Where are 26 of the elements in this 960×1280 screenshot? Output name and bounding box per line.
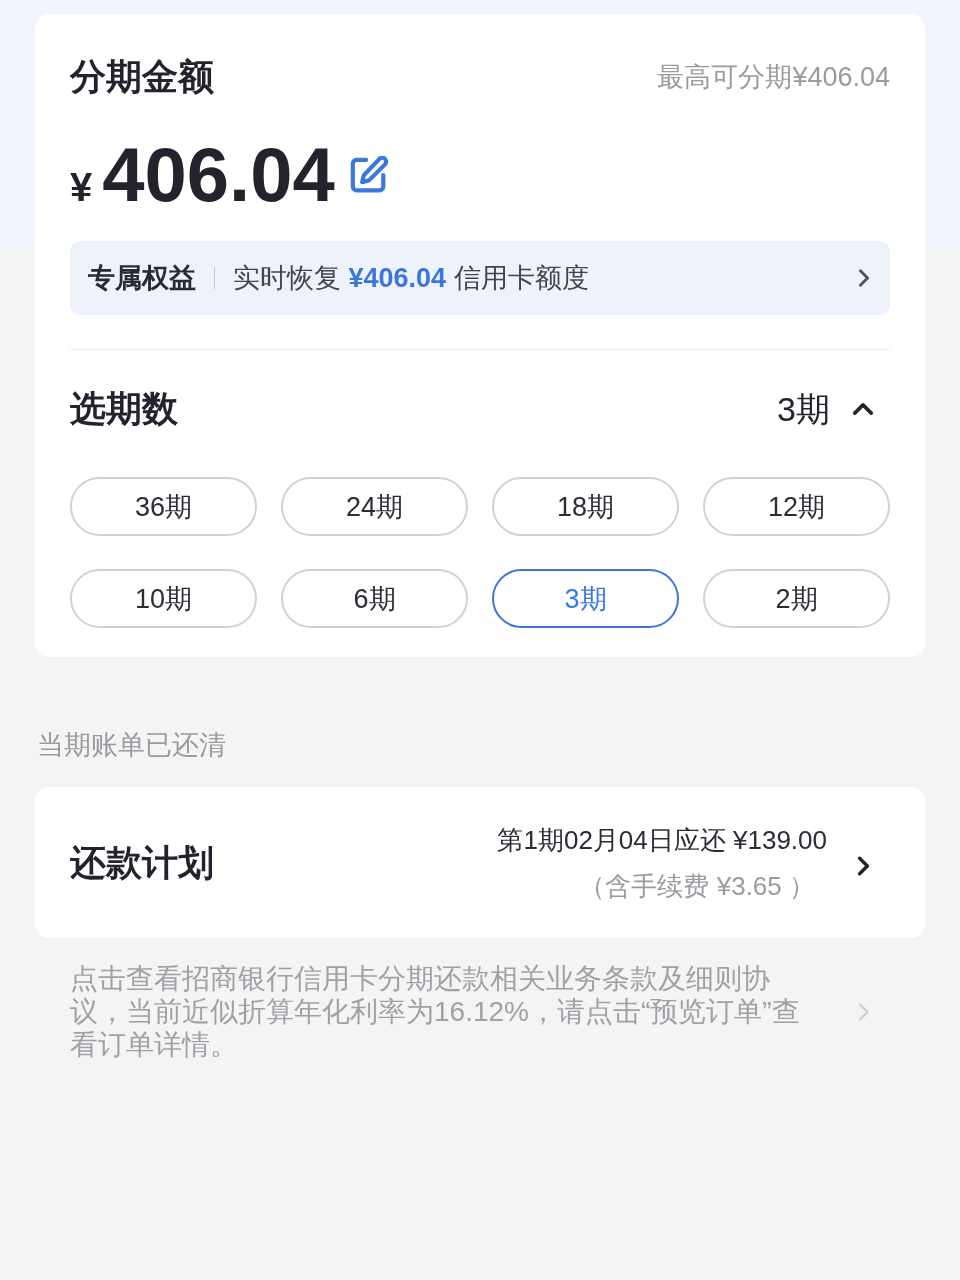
term-option[interactable]: 10期: [70, 569, 257, 628]
term-option[interactable]: 3期: [492, 569, 679, 628]
term-toggle[interactable]: 3期: [777, 385, 890, 433]
fee-note: （含手续费 ¥3.65 ）: [579, 869, 815, 903]
chevron-right-icon: [857, 854, 870, 877]
term-option[interactable]: 36期: [70, 477, 257, 536]
benefit-tag: 专属权益: [88, 260, 196, 296]
amount-value: 406.04: [102, 137, 335, 213]
amount-title: 分期金额: [70, 55, 214, 99]
first-payment-text: 第1期02月04日应还 ¥139.00: [497, 823, 827, 857]
currency-symbol: ¥: [70, 165, 93, 210]
bill-status-note: 当期账单已还清: [36, 729, 226, 762]
benefit-banner[interactable]: 专属权益 实时恢复 ¥406.04 信用卡额度: [70, 241, 890, 315]
benefit-text: 实时恢复 ¥406.04 信用卡额度: [233, 262, 590, 295]
max-amount-label: 最高可分期¥406.04: [657, 61, 890, 94]
chevron-icon: [852, 402, 874, 416]
term-option[interactable]: 6期: [281, 569, 468, 628]
term-option[interactable]: 24期: [281, 477, 468, 536]
term-option[interactable]: 2期: [703, 569, 890, 628]
term-option[interactable]: 12期: [703, 477, 890, 536]
term-count-title: 选期数: [70, 387, 178, 431]
chevron-right-icon: [858, 268, 870, 288]
term-option[interactable]: 18期: [492, 477, 679, 536]
repayment-plan-card[interactable]: 还款计划 第1期02月04日应还 ¥139.00 （含手续费 ¥3.65 ）: [35, 787, 925, 938]
repayment-plan-title: 还款计划: [70, 840, 214, 885]
terms-note: 点击查看招商银行信用卡分期还款相关业务条款及细则协议，当前近似折算年化利率为16.12%，请点击“预览订单”查看订单详情。: [70, 962, 801, 1061]
